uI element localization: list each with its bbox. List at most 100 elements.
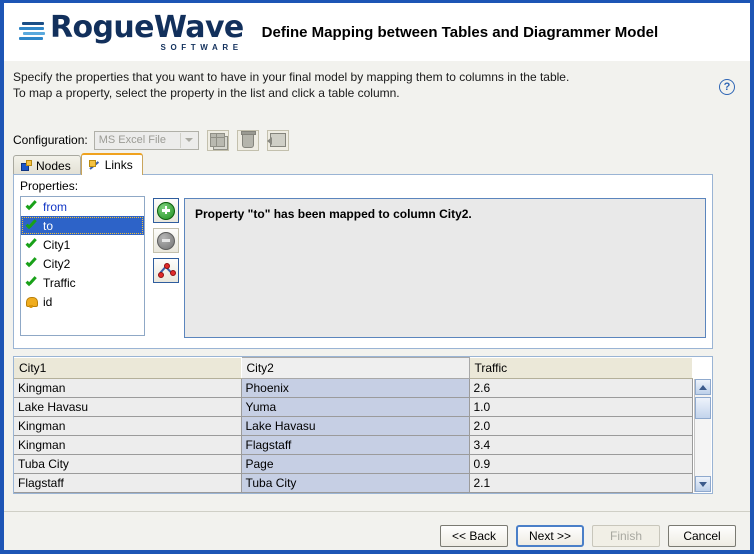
footer-buttons: << Back Next >> Finish Cancel: [440, 525, 736, 547]
column-header-city1[interactable]: City1: [14, 357, 242, 379]
next-button[interactable]: Next >>: [516, 525, 584, 547]
property-label: to: [43, 218, 54, 233]
column-header-city2[interactable]: City2: [240, 357, 470, 379]
cell-city2: Flagstaff: [241, 435, 470, 455]
gray-minus-icon: [157, 231, 175, 250]
cell-city1: Tuba City: [14, 454, 242, 474]
remove-property-button[interactable]: [153, 228, 179, 253]
tab-nodes-label: Nodes: [36, 158, 71, 173]
tab-nodes[interactable]: Nodes: [13, 155, 81, 175]
instruction-line-1: Specify the properties that you want to …: [13, 70, 570, 84]
list-item[interactable]: Traffic: [21, 273, 144, 292]
help-question-icon[interactable]: ?: [719, 79, 735, 95]
property-label: Traffic: [43, 275, 76, 290]
property-label: City1: [43, 237, 71, 252]
window-header: RogueWave SOFTWARE Define Mapping betwee…: [4, 3, 750, 61]
scroll-down-icon[interactable]: [695, 476, 711, 492]
links-icon: [88, 159, 101, 171]
table-row[interactable]: [14, 492, 693, 493]
cell-city1: Lake Havasu: [14, 397, 242, 417]
configuration-row: Configuration: MS Excel File: [13, 129, 289, 151]
table-row[interactable]: Tuba City Page 0.9: [14, 454, 693, 474]
green-check-icon: [25, 258, 37, 269]
cell-city1: Flagstaff: [14, 473, 242, 493]
cell-traffic: 2.1: [469, 473, 693, 493]
list-item[interactable]: City1: [21, 235, 144, 254]
footer-divider: [4, 511, 750, 512]
back-button[interactable]: << Back: [440, 525, 508, 547]
list-item[interactable]: from: [21, 197, 144, 216]
table-row[interactable]: Kingman Flagstaff 3.4: [14, 435, 693, 455]
cell-traffic: 2.0: [469, 416, 693, 436]
cell-traffic: [469, 492, 693, 493]
table-row[interactable]: Flagstaff Tuba City 2.1: [14, 473, 693, 493]
cell-traffic: 1.0: [469, 397, 693, 417]
table-copy-icon: [210, 133, 226, 147]
instructions: Specify the properties that you want to …: [13, 69, 703, 101]
data-table[interactable]: City1 City2 Traffic Kingman Phoenix 2.6 …: [13, 356, 713, 494]
cell-city1: Kingman: [14, 378, 242, 398]
bell-warning-icon: [25, 296, 38, 308]
logo-text: RogueWave SOFTWARE: [50, 9, 244, 52]
logo-tagline: SOFTWARE: [160, 42, 243, 52]
cell-city2: Page: [241, 454, 470, 474]
property-label: id: [43, 294, 53, 309]
instruction-line-2: To map a property, select the property i…: [13, 86, 400, 100]
wizard-window: RogueWave SOFTWARE Define Mapping betwee…: [0, 0, 754, 554]
green-check-icon: [25, 239, 37, 250]
cell-city1: Kingman: [14, 435, 242, 455]
property-action-buttons: [153, 198, 179, 288]
cancel-button[interactable]: Cancel: [668, 525, 736, 547]
logo-wordmark: RogueWave: [50, 9, 244, 45]
table-header-row: City1 City2 Traffic: [14, 357, 693, 379]
property-label: from: [43, 199, 67, 214]
properties-list[interactable]: from to City1 City2 Traffic id: [20, 196, 145, 336]
nodes-icon: [21, 160, 32, 171]
tab-bar: Nodes Links: [13, 153, 143, 175]
green-check-icon: [25, 277, 37, 288]
tab-links[interactable]: Links: [80, 153, 143, 175]
column-header-traffic[interactable]: Traffic: [469, 357, 693, 379]
wave-logo-icon: [17, 18, 47, 46]
configuration-select[interactable]: MS Excel File: [93, 130, 199, 150]
cell-city2: [241, 492, 470, 493]
link-graph-icon: [158, 263, 176, 278]
cell-city1: [14, 492, 242, 493]
manage-configurations-button[interactable]: [206, 129, 229, 151]
tab-links-label: Links: [104, 158, 133, 172]
scroll-up-icon[interactable]: [695, 379, 711, 395]
configuration-selected-value: MS Excel File: [98, 134, 166, 146]
table-vertical-scrollbar[interactable]: [694, 379, 711, 492]
cell-city2: Yuma: [241, 397, 470, 417]
rogue-wave-logo: RogueWave SOFTWARE: [17, 9, 244, 52]
list-item[interactable]: to: [21, 216, 144, 235]
add-property-button[interactable]: [153, 198, 179, 223]
cell-city2: Phoenix: [241, 378, 470, 398]
list-item[interactable]: id: [21, 292, 144, 311]
green-plus-icon: [157, 201, 175, 220]
configuration-label: Configuration:: [13, 133, 88, 147]
mapping-panel: Properties: from to City1 City2 Traffic: [13, 174, 713, 349]
cell-city1: Kingman: [14, 416, 242, 436]
mapping-message: Property "to" has been mapped to column …: [184, 198, 706, 338]
page-title: Define Mapping between Tables and Diagra…: [261, 23, 659, 41]
list-item[interactable]: City2: [21, 254, 144, 273]
cell-traffic: 0.9: [469, 454, 693, 474]
table-row[interactable]: Kingman Phoenix 2.6: [14, 378, 693, 398]
cell-city2: Lake Havasu: [241, 416, 470, 436]
properties-label: Properties:: [20, 179, 79, 193]
cell-traffic: 2.6: [469, 378, 693, 398]
green-check-icon: [25, 220, 37, 231]
finish-button: Finish: [592, 525, 660, 547]
property-label: City2: [43, 256, 71, 271]
table-row[interactable]: Lake Havasu Yuma 1.0: [14, 397, 693, 417]
cell-traffic: 3.4: [469, 435, 693, 455]
edit-mapping-button[interactable]: [153, 258, 179, 283]
import-arrow-icon: [266, 133, 286, 147]
chevron-down-icon: [179, 132, 197, 148]
scrollbar-thumb[interactable]: [695, 397, 711, 419]
import-configuration-button[interactable]: [266, 129, 289, 151]
green-check-icon: [25, 201, 37, 212]
table-row[interactable]: Kingman Lake Havasu 2.0: [14, 416, 693, 436]
delete-configuration-button[interactable]: [236, 129, 259, 151]
